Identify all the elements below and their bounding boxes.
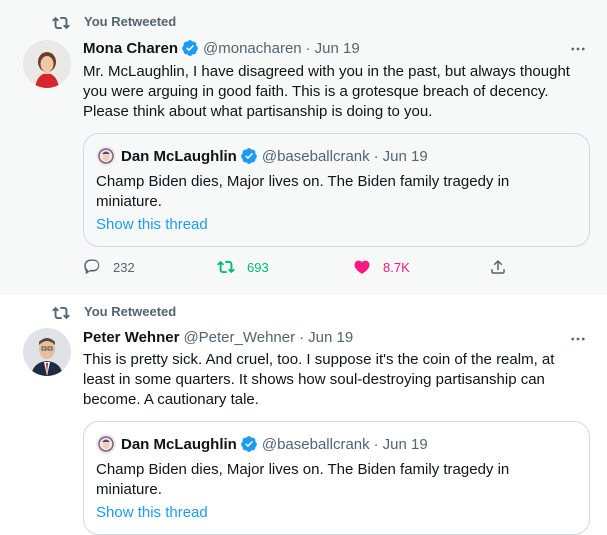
like-count: 8.7K <box>383 259 410 275</box>
tweet-header: Peter Wehner @Peter_Wehner · Jun 19 <box>83 329 353 346</box>
tweet-text: This is pretty sick. And cruel, too. I s… <box>83 351 555 408</box>
share-button[interactable] <box>489 258 507 276</box>
author-handle[interactable]: @monacharen <box>203 40 302 57</box>
share-icon <box>491 259 505 274</box>
retweet-context: You Retweeted <box>52 14 177 30</box>
avatar[interactable] <box>23 328 71 376</box>
separator-dot: · <box>299 329 305 346</box>
quoted-avatar <box>96 434 116 454</box>
separator-dot: · <box>373 435 379 453</box>
tweet-text: Mr. McLaughlin, I have disagreed with yo… <box>83 63 570 120</box>
retweet-count: 693 <box>247 259 269 275</box>
tweet-date[interactable]: Jun 19 <box>315 40 360 57</box>
like-button[interactable]: 8.7K <box>353 258 410 276</box>
quoted-author-handle: @baseballcrank <box>261 147 370 165</box>
tweet[interactable]: You Retweeted Peter Wehner @Peter_Wehner… <box>0 294 607 535</box>
quoted-tweet-date: Jun 19 <box>382 147 428 165</box>
quoted-tweet-text: Champ Biden dies, Major lives on. The Bi… <box>96 173 510 210</box>
quoted-tweet[interactable]: Dan McLaughlin @baseballcrank · Jun 19 C… <box>83 421 590 535</box>
show-thread-link[interactable]: Show this thread <box>96 216 208 233</box>
quoted-tweet-date: Jun 19 <box>382 435 428 453</box>
verified-badge-icon <box>181 39 199 57</box>
reply-button[interactable]: 232 <box>83 258 135 276</box>
more-options-icon[interactable] <box>569 330 587 348</box>
retweet-button[interactable]: 693 <box>217 258 269 276</box>
reply-icon <box>84 259 100 274</box>
retweet-icon <box>52 306 70 320</box>
verified-badge-icon <box>240 147 258 165</box>
retweet-icon <box>217 260 235 274</box>
quoted-author-handle: @baseballcrank <box>261 435 370 453</box>
quoted-tweet-header: Dan McLaughlin @baseballcrank · Jun 19 <box>96 434 428 454</box>
tweet-header: Mona Charen @monacharen · Jun 19 <box>83 39 360 57</box>
tweet-actions: 232 693 8.7K <box>83 258 523 280</box>
quoted-author-name: Dan McLaughlin <box>121 147 237 165</box>
avatar[interactable] <box>23 40 71 88</box>
quoted-tweet[interactable]: Dan McLaughlin @baseballcrank · Jun 19 C… <box>83 133 590 247</box>
quoted-tweet-header: Dan McLaughlin @baseballcrank · Jun 19 <box>96 146 428 166</box>
retweet-label: You Retweeted <box>84 304 177 319</box>
retweet-icon <box>52 16 70 30</box>
quoted-tweet-text: Champ Biden dies, Major lives on. The Bi… <box>96 461 510 498</box>
quoted-avatar <box>96 146 116 166</box>
heart-icon <box>354 260 370 274</box>
show-thread-link[interactable]: Show this thread <box>96 504 208 521</box>
retweet-label: You Retweeted <box>84 14 177 29</box>
verified-badge-icon <box>240 435 258 453</box>
retweet-context: You Retweeted <box>52 304 177 320</box>
separator-dot: · <box>305 39 311 57</box>
author-name[interactable]: Mona Charen <box>83 40 178 57</box>
author-handle[interactable]: @Peter_Wehner <box>183 329 295 346</box>
more-options-icon[interactable] <box>569 40 587 58</box>
tweet-date[interactable]: Jun 19 <box>308 329 353 346</box>
quoted-author-name: Dan McLaughlin <box>121 435 237 453</box>
tweet[interactable]: You Retweeted Mona Charen @monacharen · … <box>0 0 607 294</box>
reply-count: 232 <box>113 259 135 275</box>
author-name[interactable]: Peter Wehner <box>83 329 179 346</box>
separator-dot: · <box>373 147 379 165</box>
